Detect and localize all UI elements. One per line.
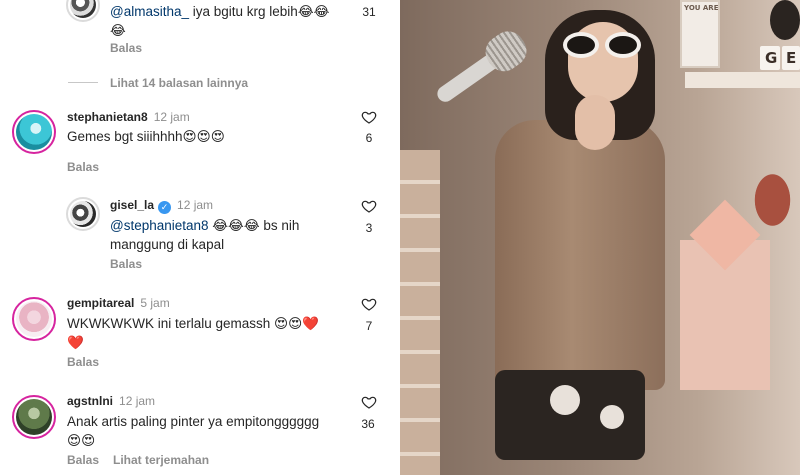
heart-icon[interactable] xyxy=(361,109,377,125)
timestamp: 12 jam xyxy=(153,110,190,124)
reply-button[interactable]: Balas xyxy=(67,453,99,467)
clock-decor xyxy=(770,0,800,40)
frame-note: YOU ARE xyxy=(684,4,719,12)
shorts-print xyxy=(550,385,580,415)
mention-link[interactable]: @almasitha_ xyxy=(110,4,189,19)
like-count: 6 xyxy=(365,131,373,145)
timestamp: 12 jam xyxy=(119,394,156,408)
comment-header: agstnlni 12 jam xyxy=(67,392,155,410)
comment-header: gempitareal 5 jam xyxy=(67,294,170,312)
shelf xyxy=(685,72,800,88)
shelf-unit xyxy=(400,150,440,475)
shorts-print xyxy=(600,405,624,429)
comment-text: Gemes bgt siiihhhh😍😍😍 xyxy=(67,129,225,144)
comment-header: gisel_la ✓ 12 jam xyxy=(110,196,213,214)
username[interactable]: gisel_la xyxy=(110,198,154,212)
heart-icon[interactable] xyxy=(361,198,377,214)
avatar[interactable] xyxy=(66,0,100,22)
comment-header: stephanietan8 12 jam xyxy=(67,108,190,126)
comment-text: @stephanietan8 😂😂😂 bs nih manggung di ka… xyxy=(110,218,300,252)
timestamp: 5 jam xyxy=(140,296,170,310)
letter-e: E xyxy=(786,49,797,67)
reply-button[interactable]: Balas xyxy=(67,160,99,174)
translate-link[interactable]: Lihat terjemahan xyxy=(113,453,209,467)
avatar[interactable] xyxy=(12,110,56,154)
verified-icon: ✓ xyxy=(158,201,172,214)
view-more-replies[interactable]: Lihat 14 balasan lainnya xyxy=(110,76,248,90)
like-count: 31 xyxy=(362,5,376,19)
comment-text: @almasitha_ iya bgitu krg lebih😂😂 😂 xyxy=(110,4,330,38)
letter-g: G xyxy=(765,49,778,67)
timestamp: 12 jam xyxy=(177,198,214,212)
like-count: 3 xyxy=(365,221,373,235)
heart-icon[interactable] xyxy=(361,394,377,410)
comment-text: Anak artis paling pinter ya empitonggggg… xyxy=(67,414,320,448)
hand xyxy=(575,95,615,150)
username[interactable]: agstnlni xyxy=(67,394,113,408)
coat xyxy=(495,120,665,390)
username[interactable]: gempitareal xyxy=(67,296,134,310)
reply-button[interactable]: Balas xyxy=(110,257,142,271)
comments-panel: @almasitha_ iya bgitu krg lebih😂😂 😂 Bala… xyxy=(0,0,400,475)
heart-icon[interactable] xyxy=(361,296,377,312)
comment-text: WKWKWKWK ini terlalu gemassh 😍😍❤️ ❤️ xyxy=(67,316,319,350)
reply-button[interactable]: Balas xyxy=(67,355,99,369)
avatar[interactable] xyxy=(12,297,56,341)
username[interactable]: stephanietan8 xyxy=(67,110,148,124)
divider-line xyxy=(68,82,98,83)
like-count: 36 xyxy=(361,417,375,431)
avatar[interactable] xyxy=(66,197,100,231)
reply-button[interactable]: Balas xyxy=(110,41,142,55)
avatar[interactable] xyxy=(12,395,56,439)
sunglasses xyxy=(563,32,643,58)
post-photo: YOU ARE G E xyxy=(400,0,800,475)
mention-link[interactable]: @stephanietan8 xyxy=(110,218,209,233)
like-count: 7 xyxy=(365,319,373,333)
